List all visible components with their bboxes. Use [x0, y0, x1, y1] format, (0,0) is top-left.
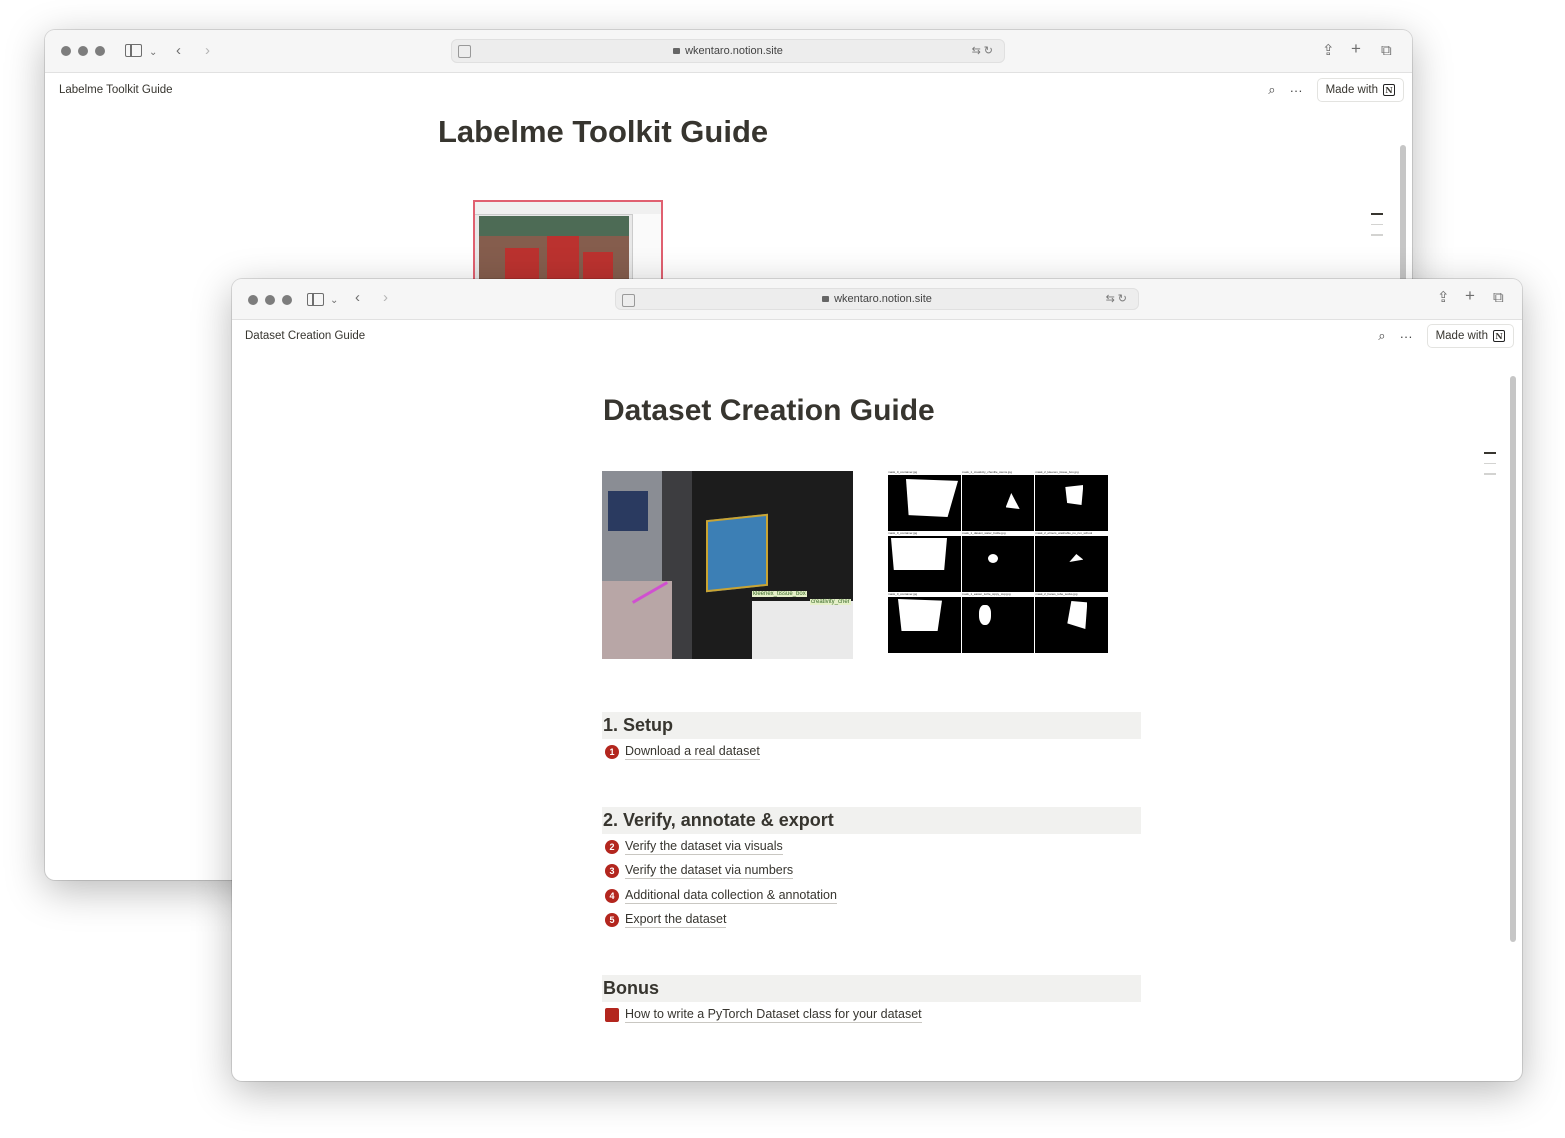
- forward-arrow-icon[interactable]: ›: [205, 42, 210, 60]
- list-item[interactable]: 5 Export the dataset: [605, 912, 727, 928]
- back-arrow-icon[interactable]: ‹: [355, 289, 360, 307]
- made-with-notion-button[interactable]: Made with N: [1316, 78, 1404, 102]
- window-controls[interactable]: [61, 46, 105, 56]
- search-icon[interactable]: ⌕: [1378, 328, 1385, 344]
- url-text: wkentaro.notion.site: [685, 45, 783, 57]
- notion-logo-icon: N: [1493, 330, 1505, 342]
- mask-cell: mask_1_easter_turtle_sippy_cup.jpg: [961, 592, 1035, 653]
- more-icon[interactable]: ···: [1290, 83, 1303, 98]
- address-bar[interactable]: wkentaro.notion.site ⇆↻: [615, 288, 1139, 310]
- page-link[interactable]: Additional data collection & annotation: [625, 888, 837, 904]
- number-badge-icon: 2: [605, 840, 619, 854]
- mask-cell: mask_0_container.jpg: [888, 470, 961, 531]
- mask-cell: mask_2_elmers_washable_no_run_school: [1035, 531, 1108, 592]
- browser-window-dataset: ⌄ ‹ › wkentaro.notion.site ⇆↻ ⇪ + ⧉ Data…: [232, 279, 1522, 1081]
- lock-icon: [673, 48, 681, 54]
- new-tab-icon[interactable]: +: [1351, 40, 1361, 58]
- made-with-notion-button[interactable]: Made with N: [1426, 324, 1514, 348]
- chevron-down-icon[interactable]: ⌄: [330, 292, 338, 310]
- mask-cell: mask_2_kleenex_tissue_box.jpg: [1035, 470, 1108, 531]
- page-title: Dataset Creation Guide: [603, 394, 935, 427]
- more-icon[interactable]: ···: [1400, 329, 1413, 344]
- share-icon[interactable]: ⇪: [1322, 42, 1335, 60]
- mask-cell: mask_2_hanes_tube_socks.jpg: [1035, 592, 1108, 653]
- made-with-label: Made with: [1435, 330, 1488, 342]
- window-controls[interactable]: [248, 295, 292, 305]
- mask-cell: mask_0_container.jpg: [888, 592, 961, 653]
- chevron-down-icon[interactable]: ⌄: [149, 44, 157, 62]
- tabs-overview-icon[interactable]: ⧉: [1493, 289, 1504, 307]
- page-link[interactable]: How to write a PyTorch Dataset class for…: [625, 1007, 922, 1023]
- lock-icon: [822, 296, 830, 302]
- page-title: Labelme Toolkit Guide: [438, 114, 769, 149]
- number-badge-icon: 1: [605, 745, 619, 759]
- browser-toolbar: ⌄ ‹ › wkentaro.notion.site ⇆↻ ⇪ + ⧉: [232, 279, 1522, 320]
- search-icon[interactable]: ⌕: [1268, 82, 1275, 98]
- page-link[interactable]: Verify the dataset via numbers: [625, 863, 794, 879]
- page-link[interactable]: Download a real dataset: [625, 744, 760, 760]
- mask-cell: mask_0_container.jpg: [888, 531, 961, 592]
- share-icon[interactable]: ⇪: [1437, 289, 1450, 307]
- section-heading-bonus: Bonus: [602, 975, 1141, 1002]
- list-item[interactable]: 4 Additional data collection & annotatio…: [605, 888, 837, 904]
- tabs-overview-icon[interactable]: ⧉: [1381, 42, 1392, 60]
- mask-cell: mask_1_dasani_water_bottle.jpg: [961, 531, 1035, 592]
- mask-cell: mask_1_creativity_chenille_stems.jpg: [961, 470, 1035, 531]
- page-link[interactable]: Export the dataset: [625, 912, 727, 928]
- reader-icon[interactable]: [458, 45, 471, 58]
- reader-icon[interactable]: [622, 294, 635, 307]
- section-heading-verify: 2. Verify, annotate & export: [602, 807, 1141, 834]
- mask-grid-image: mask_0_container.jpg mask_1_creativity_c…: [888, 470, 1108, 653]
- forward-arrow-icon[interactable]: ›: [383, 289, 388, 307]
- list-item[interactable]: 3 Verify the dataset via numbers: [605, 863, 794, 879]
- list-item[interactable]: How to write a PyTorch Dataset class for…: [605, 1007, 922, 1023]
- number-badge-icon: 5: [605, 913, 619, 927]
- scrollbar[interactable]: [1400, 145, 1406, 285]
- sidebar-toggle-icon[interactable]: [307, 293, 324, 306]
- translate-reload-icon[interactable]: ⇆↻: [1106, 289, 1130, 309]
- sidebar-toggle-icon[interactable]: [125, 44, 142, 57]
- page-link[interactable]: Verify the dataset via visuals: [625, 839, 783, 855]
- scene-label: kleenex_tissue_box: [752, 591, 807, 597]
- breadcrumb[interactable]: Labelme Toolkit Guide: [59, 84, 173, 96]
- annotated-scene-image: kleenex_tissue_box creativity_cher: [602, 471, 853, 659]
- made-with-label: Made with: [1325, 84, 1378, 96]
- number-badge-icon: 3: [605, 864, 619, 878]
- number-badge-icon: 4: [605, 889, 619, 903]
- url-text: wkentaro.notion.site: [834, 293, 932, 305]
- back-arrow-icon[interactable]: ‹: [176, 42, 181, 60]
- translate-reload-icon[interactable]: ⇆↻: [972, 40, 996, 62]
- scene-label: creativity_cher: [810, 599, 851, 605]
- table-of-contents[interactable]: [1371, 213, 1383, 236]
- notion-logo-icon: N: [1383, 84, 1395, 96]
- breadcrumb[interactable]: Dataset Creation Guide: [245, 330, 365, 342]
- notion-topbar: Labelme Toolkit Guide ⌕ ··· Made with N: [45, 73, 1412, 107]
- address-bar[interactable]: wkentaro.notion.site ⇆↻: [451, 39, 1005, 63]
- browser-toolbar: ⌄ ‹ › wkentaro.notion.site ⇆↻ ⇪ + ⧉: [45, 30, 1412, 73]
- list-item[interactable]: 2 Verify the dataset via visuals: [605, 839, 783, 855]
- new-tab-icon[interactable]: +: [1465, 287, 1475, 305]
- red-square-icon: [605, 1008, 619, 1022]
- section-heading-setup: 1. Setup: [602, 712, 1141, 739]
- list-item[interactable]: 1 Download a real dataset: [605, 744, 760, 760]
- scrollbar[interactable]: [1510, 376, 1516, 942]
- notion-topbar: Dataset Creation Guide ⌕ ··· Made with N: [232, 320, 1522, 354]
- table-of-contents[interactable]: [1484, 452, 1496, 475]
